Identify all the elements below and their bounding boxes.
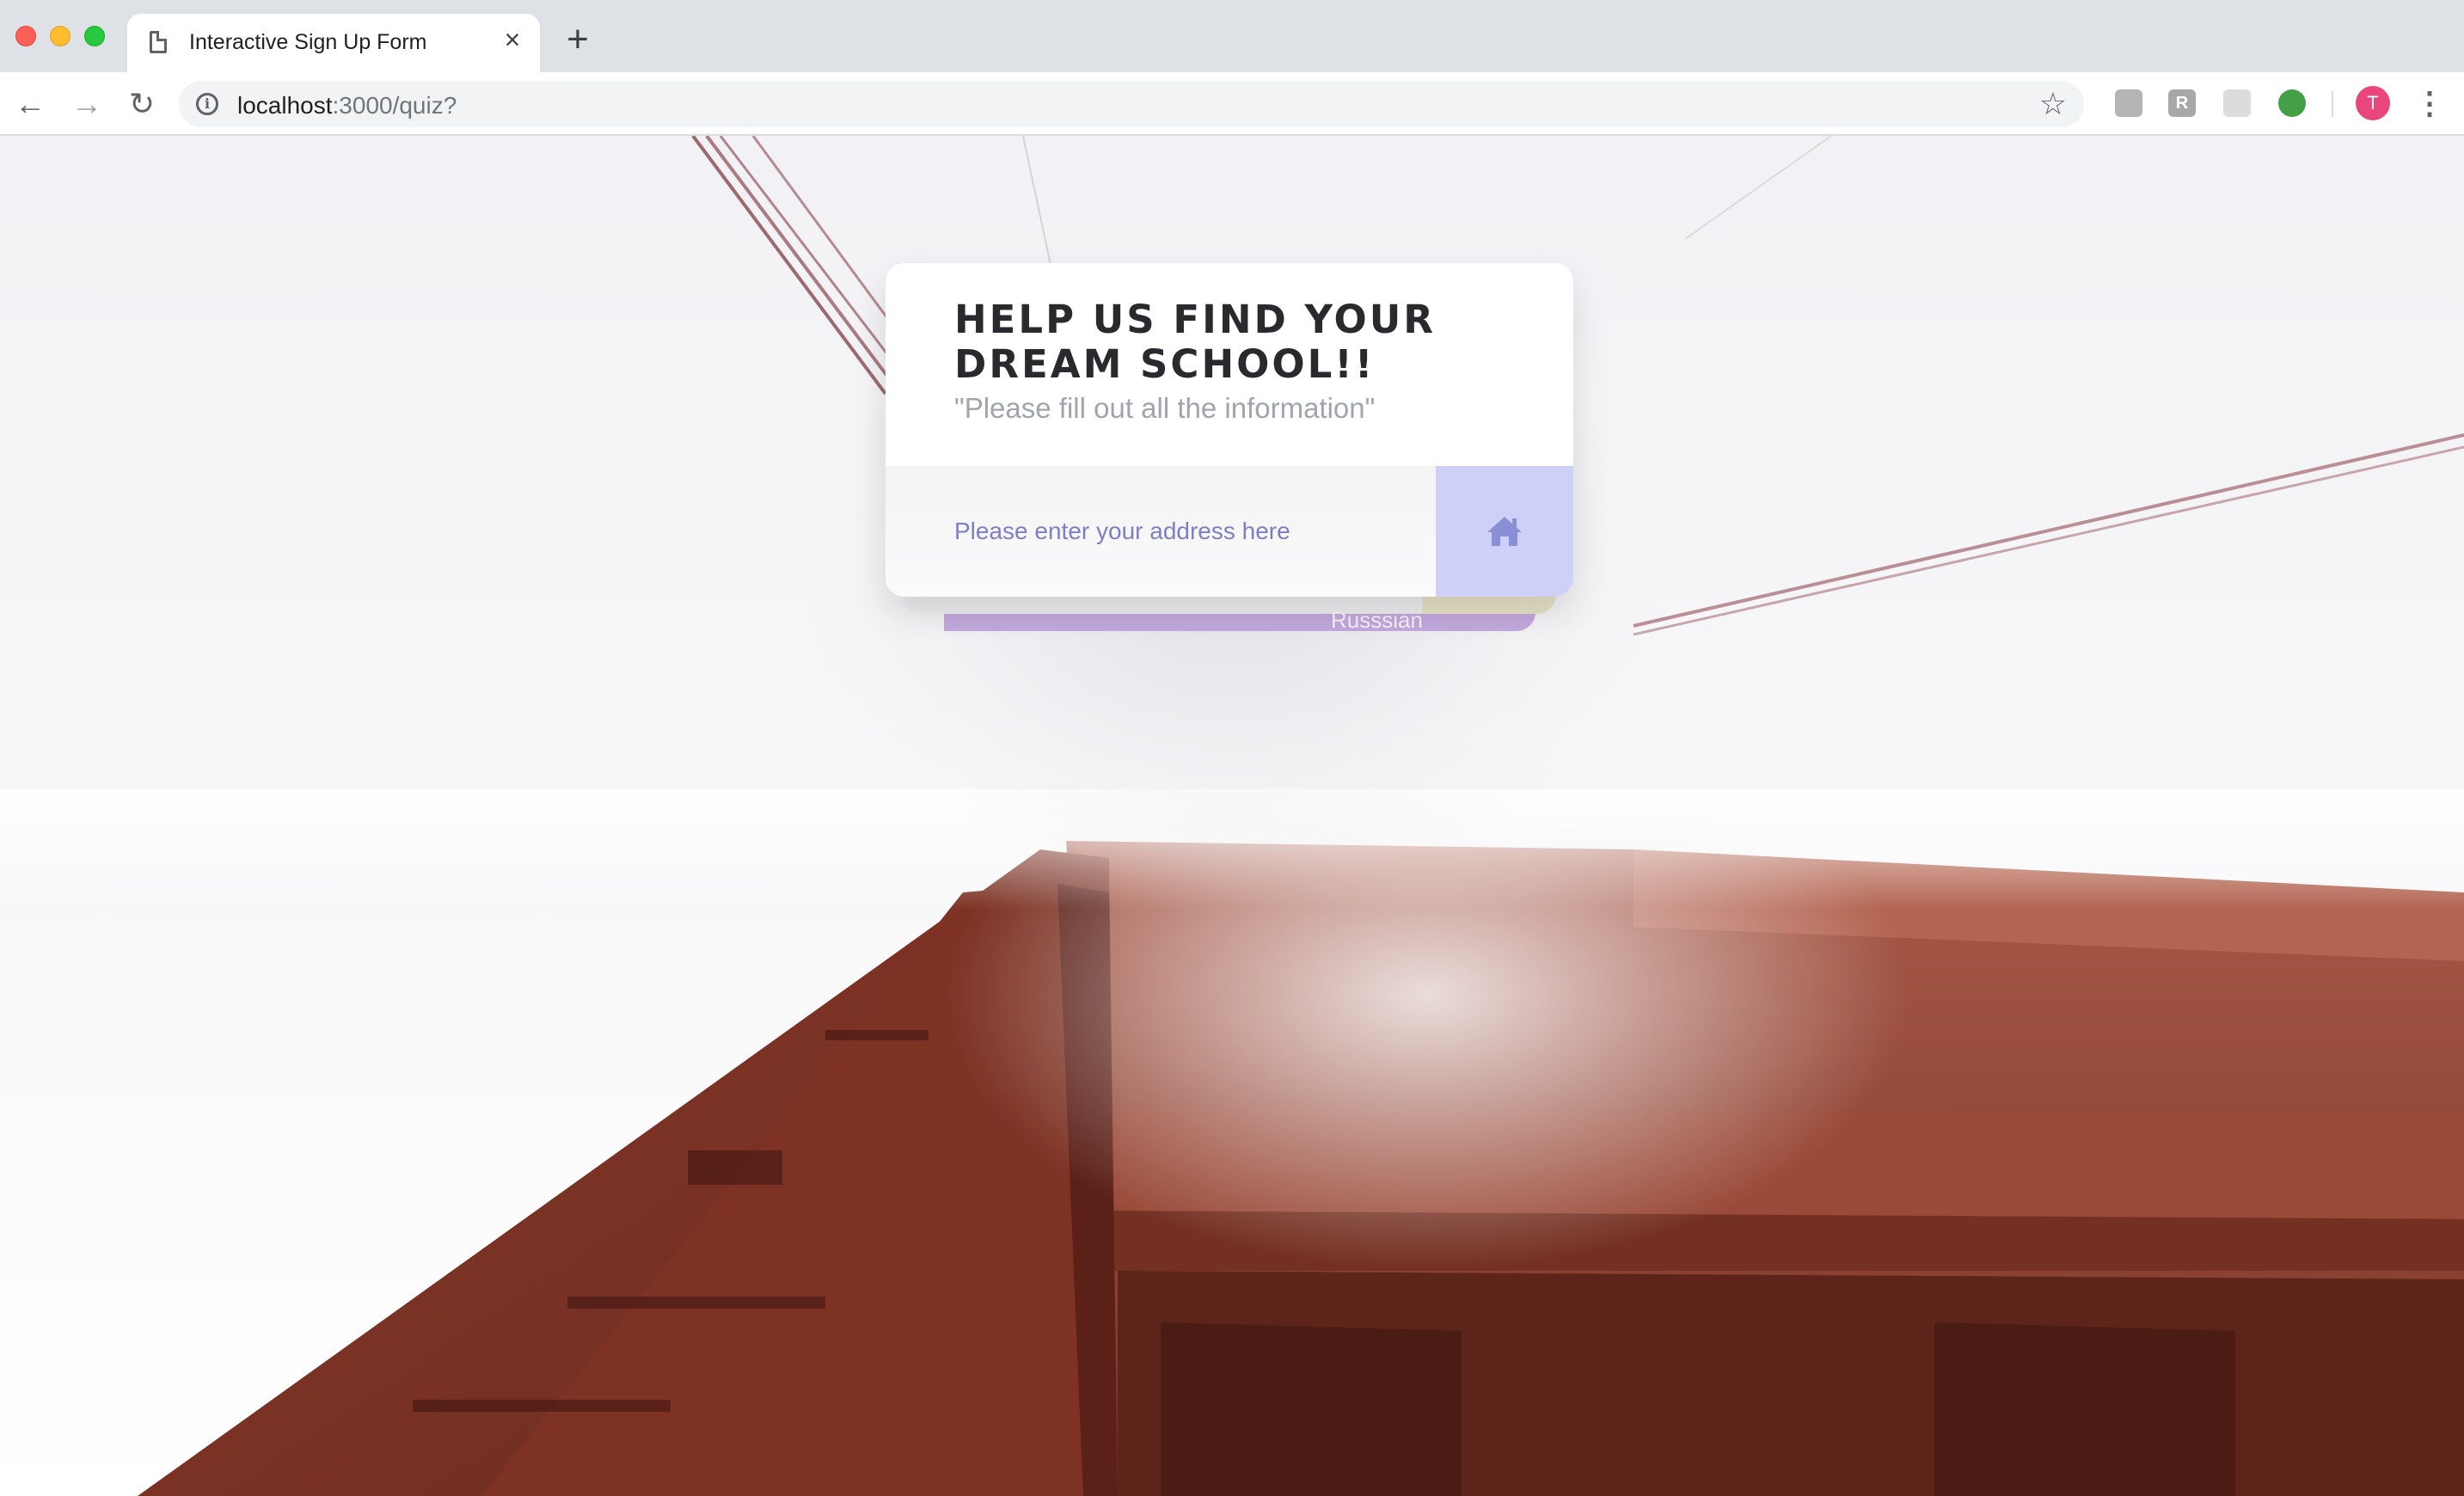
url-path: :3000/quiz? xyxy=(332,92,457,119)
info-icon[interactable]: i xyxy=(196,93,218,115)
form-title: HELP US FIND YOUR DREAM SCHOOL!! xyxy=(954,297,1436,387)
page-background: Russsian HELP US FIND YOUR DREAM SCHOOL!… xyxy=(0,136,2464,1496)
browser-tab[interactable]: Interactive Sign Up Form × xyxy=(127,14,540,72)
extension-icon[interactable]: R xyxy=(2168,89,2196,117)
browser-menu-icon[interactable]: ⋮ xyxy=(2414,84,2445,122)
maximize-window-button[interactable] xyxy=(84,26,105,46)
form-header: HELP US FIND YOUR DREAM SCHOOL!! "Please… xyxy=(886,263,1573,466)
new-tab-button[interactable]: + xyxy=(559,21,597,60)
minimize-window-button[interactable] xyxy=(50,26,70,46)
forward-button[interactable]: → xyxy=(67,84,107,124)
browser-titlebar: Interactive Sign Up Form × + xyxy=(0,0,2464,72)
browser-toolbar: ← → ↻ i localhost:3000/quiz? ☆ R T ⋮ xyxy=(0,72,2464,136)
signup-form-card: HELP US FIND YOUR DREAM SCHOOL!! "Please… xyxy=(886,263,1573,597)
profile-avatar[interactable]: T xyxy=(2356,86,2390,120)
form-subtitle: "Please fill out all the information" xyxy=(954,392,1376,424)
address-input[interactable] xyxy=(886,466,1436,597)
extension-icon[interactable] xyxy=(2223,89,2251,117)
back-button[interactable]: ← xyxy=(10,84,50,124)
extension-icon[interactable] xyxy=(2278,89,2306,117)
document-icon xyxy=(150,31,167,53)
bookmark-star-icon[interactable]: ☆ xyxy=(2039,86,2067,122)
reload-button[interactable]: ↻ xyxy=(122,84,162,124)
url-text[interactable]: localhost:3000/quiz? xyxy=(237,92,457,120)
stacked-card-label: Russsian xyxy=(1331,607,1423,633)
tab-title: Interactive Sign Up Form xyxy=(189,30,427,54)
address-input-row xyxy=(886,466,1573,597)
address-bar[interactable]: i localhost:3000/quiz? ☆ xyxy=(179,81,2084,127)
home-icon xyxy=(1487,517,1522,546)
home-button[interactable] xyxy=(1436,466,1573,597)
close-window-button[interactable] xyxy=(15,26,36,46)
extension-icon[interactable] xyxy=(2115,89,2142,117)
url-host: localhost xyxy=(237,92,333,119)
tab-close-icon[interactable]: × xyxy=(499,26,526,53)
toolbar-divider xyxy=(2332,91,2333,117)
